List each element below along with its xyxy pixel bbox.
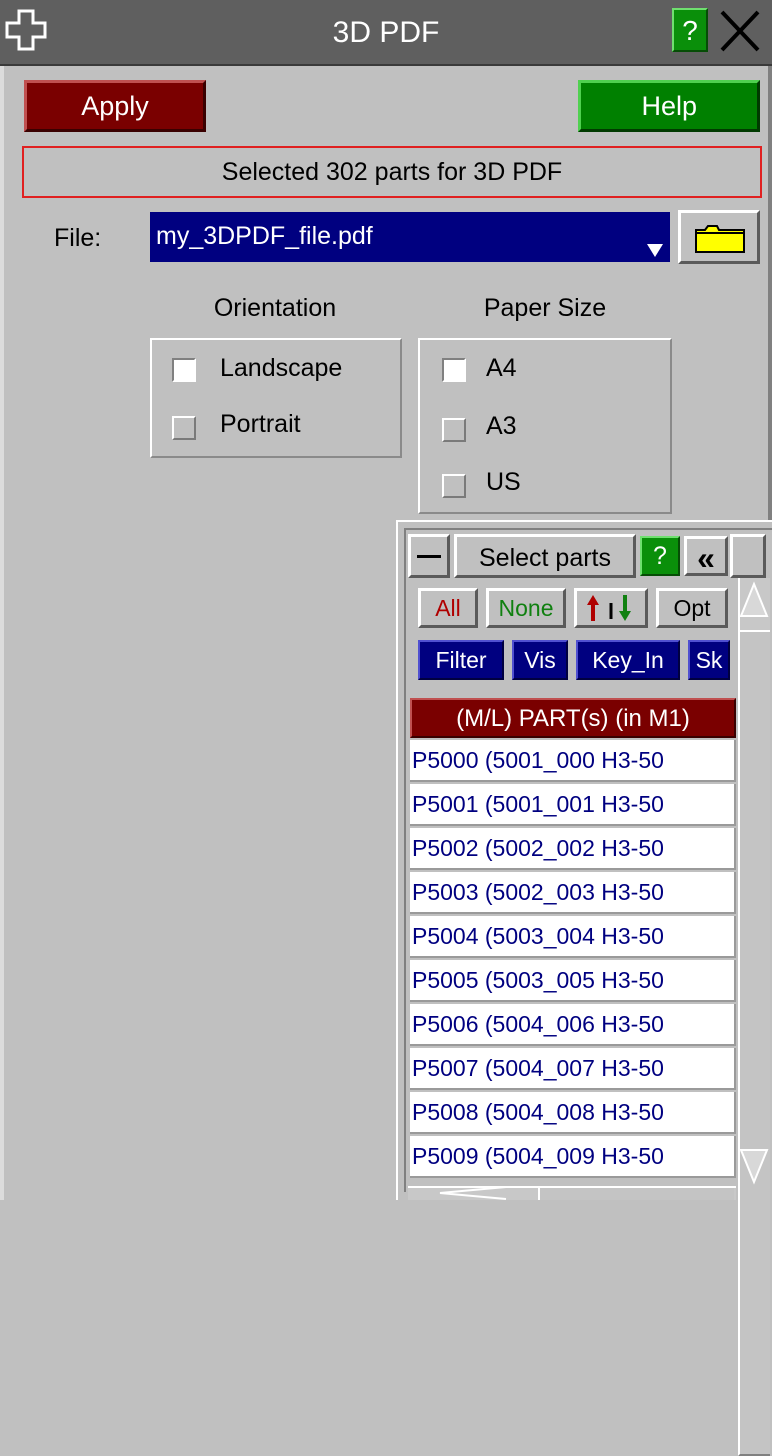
list-item[interactable]: P5006 (5004_006 H3-50 xyxy=(410,1004,736,1046)
parts-list-header: (M/L) PART(s) (in M1) xyxy=(410,698,736,738)
collapse-icon[interactable]: « xyxy=(684,536,728,576)
file-input[interactable]: my_3DPDF_file.pdf xyxy=(150,212,670,262)
horizontal-scroll-thumb[interactable] xyxy=(538,1186,734,1200)
list-item[interactable]: P5008 (5004_008 H3-50 xyxy=(410,1092,736,1134)
folder-icon xyxy=(695,225,745,253)
vis-button[interactable]: Vis xyxy=(512,640,568,680)
select-parts-title: Select parts xyxy=(454,534,636,578)
sort-button[interactable] xyxy=(574,588,648,628)
a3-label: A3 xyxy=(486,412,517,440)
window-title: 3D PDF xyxy=(332,16,440,49)
landscape-label: Landscape xyxy=(220,354,343,382)
us-label: US xyxy=(486,468,521,496)
portrait-checkbox[interactable] xyxy=(172,416,196,440)
list-item[interactable]: P5002 (5002_002 H3-50 xyxy=(410,828,736,870)
options-button[interactable]: Opt xyxy=(656,588,728,628)
apply-button[interactable]: Apply xyxy=(24,80,206,132)
a4-label: A4 xyxy=(486,354,517,382)
list-item[interactable]: P5000 (5001_000 H3-50 xyxy=(410,740,736,782)
parts-list: P5000 (5001_000 H3-50 P5001 (5001_001 H3… xyxy=(410,740,736,1186)
select-all-button[interactable]: All xyxy=(418,588,478,628)
list-item[interactable]: P5001 (5001_001 H3-50 xyxy=(410,784,736,826)
orientation-heading: Orientation xyxy=(213,294,337,322)
list-item[interactable]: P5009 (5004_009 H3-50 xyxy=(410,1136,736,1178)
paper-size-heading: Paper Size xyxy=(483,294,607,322)
close-icon[interactable] xyxy=(712,6,768,56)
a3-checkbox[interactable] xyxy=(442,418,466,442)
portrait-label: Portrait xyxy=(220,410,301,438)
us-checkbox[interactable] xyxy=(442,474,466,498)
status-message: Selected 302 parts for 3D PDF xyxy=(22,146,762,198)
filter-button[interactable]: Filter xyxy=(418,640,504,680)
sort-icon xyxy=(587,595,631,621)
window-help-button[interactable]: ? xyxy=(672,8,708,52)
browse-folder-button[interactable] xyxy=(678,210,760,264)
orientation-group: Landscape Portrait xyxy=(150,338,402,458)
select-parts-help-button[interactable]: ? xyxy=(640,536,680,576)
file-label: File: xyxy=(54,224,102,252)
title-bar: 3D PDF xyxy=(0,0,772,66)
move-icon[interactable] xyxy=(4,8,48,52)
landscape-checkbox[interactable] xyxy=(172,358,196,382)
a4-checkbox[interactable] xyxy=(442,358,466,382)
list-item[interactable]: P5005 (5003_005 H3-50 xyxy=(410,960,736,1002)
scroll-up-icon[interactable] xyxy=(738,580,770,620)
list-item[interactable]: P5003 (5002_003 H3-50 xyxy=(410,872,736,914)
paper-size-group: A4 A3 US xyxy=(418,338,672,514)
scroll-left-icon[interactable] xyxy=(410,1186,510,1200)
panel-corner-button[interactable] xyxy=(730,534,766,578)
list-item[interactable]: P5007 (5004_007 H3-50 xyxy=(410,1048,736,1090)
minimize-panel-button[interactable] xyxy=(408,534,450,578)
key-in-button[interactable]: Key_In xyxy=(576,640,680,680)
select-none-button[interactable]: None xyxy=(486,588,566,628)
help-button[interactable]: Help xyxy=(578,80,760,132)
vertical-scroll-thumb[interactable] xyxy=(738,630,770,1456)
list-item[interactable]: P5004 (5003_004 H3-50 xyxy=(410,916,736,958)
scroll-down-icon[interactable] xyxy=(738,1146,770,1186)
sk-button[interactable]: Sk xyxy=(688,640,730,680)
dropdown-arrow-icon[interactable] xyxy=(646,242,664,258)
